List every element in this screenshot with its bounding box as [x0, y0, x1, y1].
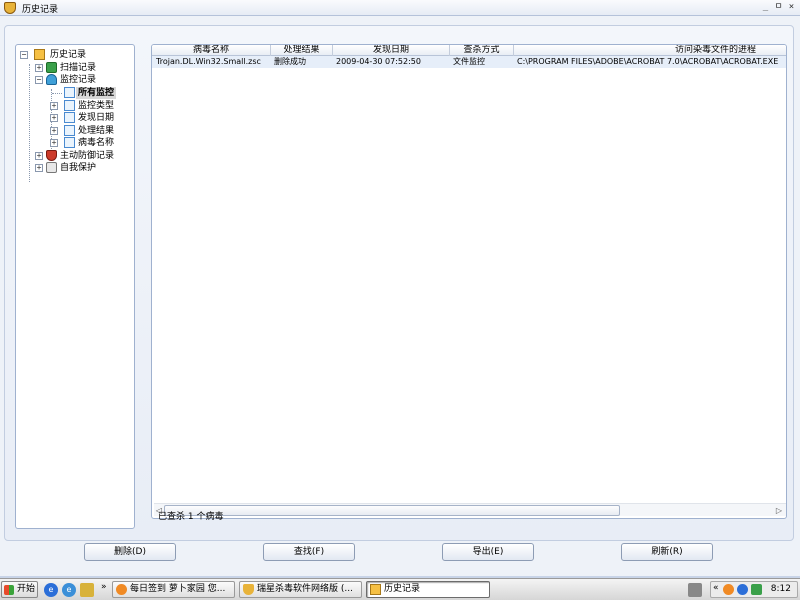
monitor-icon	[46, 74, 57, 85]
tree-label: 所有监控	[76, 87, 117, 99]
tree-label: 监控类型	[78, 101, 115, 111]
scan-icon	[46, 62, 57, 73]
cell-method: 文件监控	[453, 57, 485, 66]
start-label: 开始	[17, 584, 36, 594]
column-found-date[interactable]: 发现日期	[333, 45, 450, 56]
history-window: − 历史记录 + 扫描记录 − 监控记录 所有监控 + 监控类型 + 发现日期 …	[0, 16, 800, 576]
taskbar: 开始 e e » 每日签到 萝卜家园 您... 瑞星杀毒软件网络版 (... 历…	[0, 578, 800, 600]
collapse-icon[interactable]: −	[20, 51, 28, 59]
shield-icon	[46, 150, 57, 161]
column-result[interactable]: 处理结果	[271, 45, 333, 56]
firefox-tray-icon[interactable]	[723, 584, 734, 595]
horizontal-scrollbar[interactable]: ◁ ▷	[154, 503, 786, 516]
expand-icon[interactable]: +	[35, 164, 43, 172]
expand-icon[interactable]: +	[35, 64, 43, 72]
update-tray-icon[interactable]	[751, 584, 762, 595]
export-button[interactable]: 导出(E)	[442, 543, 534, 561]
tree-label: 处理结果	[78, 126, 115, 136]
cell-result: 删除成功	[274, 57, 306, 66]
table-row[interactable]: Trojan.DL.Win32.Small.zsc 删除成功 2009-04-3…	[152, 56, 786, 68]
list-header: 病毒名称 处理结果 发现日期 查杀方式 访问染毒文件的进程	[152, 45, 786, 56]
expand-icon[interactable]: +	[50, 139, 58, 147]
tree-label: 发现日期	[78, 113, 115, 123]
rising-shield-icon	[243, 584, 254, 595]
quicklaunch-overflow[interactable]: »	[101, 582, 107, 592]
keyboard-icon[interactable]	[688, 583, 702, 597]
tree-label: 扫描记录	[60, 63, 97, 73]
tree-label: 主动防御记录	[60, 151, 115, 161]
tree-label: 监控记录	[60, 75, 97, 85]
column-process[interactable]: 访问染毒文件的进程	[514, 45, 786, 56]
expand-icon[interactable]: +	[50, 127, 58, 135]
task-rising-antivirus[interactable]: 瑞星杀毒软件网络版 (...	[239, 581, 362, 598]
task-history[interactable]: 历史记录	[366, 581, 490, 598]
network-tray-icon[interactable]	[737, 584, 748, 595]
column-virus-name[interactable]: 病毒名称	[152, 45, 271, 56]
find-button[interactable]: 查找(F)	[263, 543, 355, 561]
delete-button[interactable]: 删除(D)	[84, 543, 176, 561]
virus-list: 病毒名称 处理结果 发现日期 查杀方式 访问染毒文件的进程 Trojan.DL.…	[151, 44, 787, 519]
task-label: 瑞星杀毒软件网络版 (...	[257, 584, 353, 594]
tree-label: 历史记录	[50, 50, 87, 60]
title-bar: 历史记录 _ ㅁ ×	[0, 0, 800, 16]
browser-icon[interactable]: e	[62, 583, 76, 597]
scrollbar-thumb[interactable]	[164, 505, 620, 516]
tree-label: 自我保护	[60, 163, 97, 173]
cell-process: C:\PROGRAM FILES\ADOBE\ACROBAT 7.0\ACROB…	[517, 57, 779, 66]
close-button[interactable]: ×	[786, 2, 797, 13]
task-browser[interactable]: 每日签到 萝卜家园 您...	[112, 581, 235, 598]
refresh-button[interactable]: 刷新(R)	[621, 543, 713, 561]
main-panel: − 历史记录 + 扫描记录 − 监控记录 所有监控 + 监控类型 + 发现日期 …	[4, 25, 794, 541]
windows-logo-icon	[4, 585, 14, 595]
lock-icon	[46, 162, 57, 173]
window-title: 历史记录	[22, 5, 59, 15]
collapse-icon[interactable]: −	[35, 76, 43, 84]
firefox-icon	[116, 584, 127, 595]
tray-expand-icon[interactable]: «	[713, 583, 719, 593]
rising-shield-icon	[4, 2, 16, 14]
history-tree: − 历史记录 + 扫描记录 − 监控记录 所有监控 + 监控类型 + 发现日期 …	[15, 44, 135, 529]
document-icon	[64, 112, 75, 123]
history-icon	[34, 49, 45, 60]
history-icon	[370, 584, 381, 595]
clock[interactable]: 8:12	[771, 582, 791, 597]
column-method[interactable]: 查杀方式	[450, 45, 514, 56]
quicklaunch-app-icon[interactable]	[80, 583, 94, 597]
document-icon	[64, 100, 75, 111]
expand-icon[interactable]: +	[35, 152, 43, 160]
expand-icon[interactable]: +	[50, 102, 58, 110]
document-icon	[64, 125, 75, 136]
restore-button[interactable]: ㅁ	[773, 2, 784, 13]
expand-icon[interactable]: +	[50, 114, 58, 122]
document-icon	[64, 137, 75, 148]
cell-found-date: 2009-04-30 07:52:50	[336, 57, 421, 66]
document-icon	[64, 87, 75, 98]
task-label: 每日签到 萝卜家园 您...	[130, 584, 226, 594]
minimize-button[interactable]: _	[760, 2, 771, 13]
ie-icon[interactable]: e	[44, 583, 58, 597]
task-label: 历史记录	[384, 584, 421, 594]
scroll-right-icon[interactable]: ▷	[774, 505, 784, 516]
start-button[interactable]: 开始	[1, 581, 38, 598]
status-text: 已查杀 1 个病毒	[158, 512, 224, 522]
system-tray: « 8:12	[710, 581, 798, 598]
tree-label: 病毒名称	[78, 138, 115, 148]
cell-virus-name: Trojan.DL.Win32.Small.zsc	[156, 57, 261, 66]
